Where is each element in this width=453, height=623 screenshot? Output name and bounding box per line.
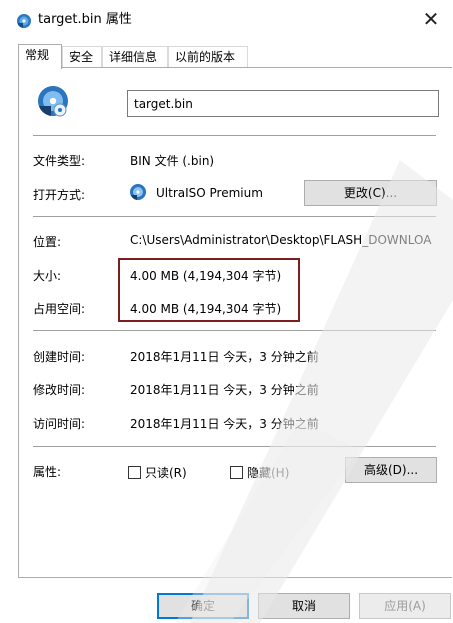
size-value: 4.00 MB (4,194,304 字节) <box>130 269 282 283</box>
change-button[interactable]: 更改(C)... <box>304 180 437 206</box>
cancel-button[interactable]: 取消 <box>258 593 350 619</box>
open-with-label: 打开方式: <box>33 188 86 202</box>
file-type-label: 文件类型: <box>33 154 86 168</box>
readonly-checkbox-box[interactable] <box>128 466 141 479</box>
modified-label: 修改时间: <box>33 383 86 397</box>
tab-general[interactable]: 常规 <box>18 44 62 69</box>
created-label: 创建时间: <box>33 350 86 364</box>
separator <box>33 216 436 217</box>
ok-button[interactable]: 确定 <box>157 593 249 619</box>
accessed-label: 访问时间: <box>33 417 86 431</box>
readonly-label: 只读(R) <box>145 466 187 480</box>
hidden-label: 隐藏(H) <box>247 466 290 480</box>
tab-strip: 常规 安全 详细信息 以前的版本 <box>18 44 451 69</box>
separator <box>33 446 436 447</box>
advanced-button[interactable]: 高级(D)... <box>345 457 437 483</box>
accessed-value: 2018年1月11日 今天，3 分钟之前 <box>130 417 319 431</box>
close-icon: ✕ <box>422 7 440 31</box>
attributes-label: 属性: <box>33 465 62 479</box>
disk-size-label: 占用空间: <box>33 302 86 316</box>
location-value: C:\Users\Administrator\Desktop\FLASH_DOW… <box>130 233 432 247</box>
separator <box>33 330 436 331</box>
window-title: target.bin 属性 <box>38 12 132 27</box>
disc-app-icon <box>17 14 31 28</box>
apply-button[interactable]: 应用(A) <box>359 593 451 619</box>
disk-size-value: 4.00 MB (4,194,304 字节) <box>130 302 282 316</box>
disc-file-icon <box>38 86 68 117</box>
title-bar: target.bin 属性 ✕ <box>0 0 453 40</box>
open-with-value: UltraISO Premium <box>156 186 263 200</box>
file-type-value: BIN 文件 (.bin) <box>130 154 215 168</box>
hidden-checkbox-box[interactable] <box>230 466 243 479</box>
tab-details[interactable]: 详细信息 <box>102 46 168 67</box>
file-name-input[interactable] <box>127 90 439 117</box>
general-panel <box>18 67 452 578</box>
modified-value: 2018年1月11日 今天，3 分钟之前 <box>130 383 319 397</box>
ultraiso-icon <box>130 184 146 200</box>
readonly-checkbox[interactable]: 只读(R) <box>128 465 187 481</box>
tab-previous-versions[interactable]: 以前的版本 <box>168 46 248 67</box>
tab-security[interactable]: 安全 <box>62 46 102 67</box>
created-value: 2018年1月11日 今天，3 分钟之前 <box>130 350 319 364</box>
location-label: 位置: <box>33 235 62 249</box>
size-label: 大小: <box>33 269 62 283</box>
hidden-checkbox[interactable]: 隐藏(H) <box>230 465 289 481</box>
separator <box>33 135 436 136</box>
close-button[interactable]: ✕ <box>409 0 453 40</box>
